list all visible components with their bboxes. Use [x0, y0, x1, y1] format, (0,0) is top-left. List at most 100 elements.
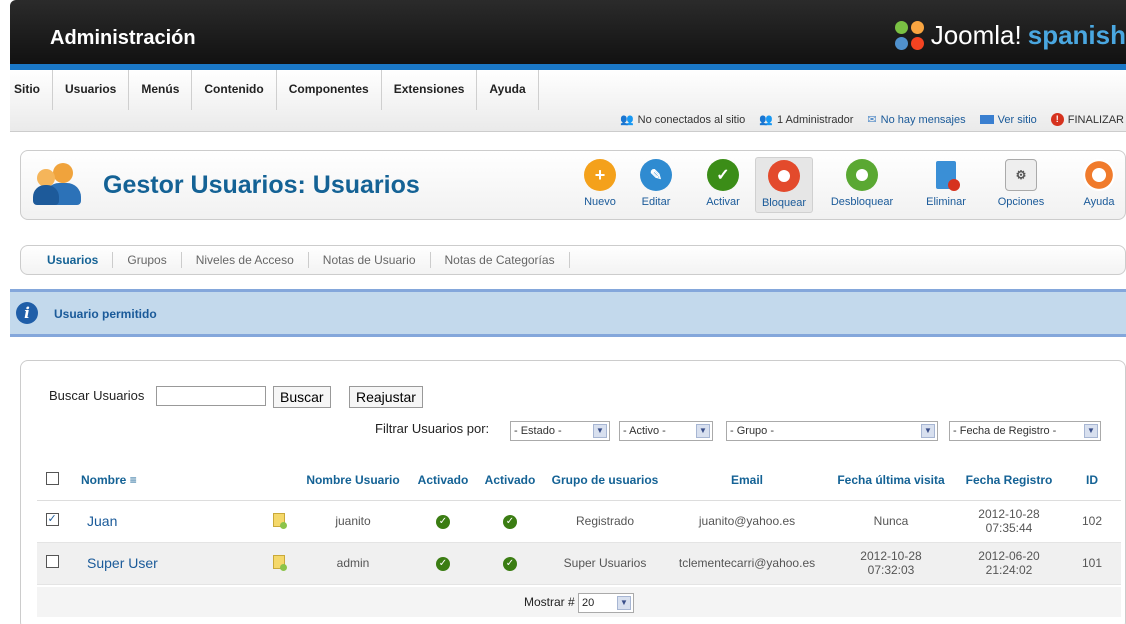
check-icon: ✓	[707, 159, 739, 191]
help-icon	[1083, 159, 1115, 191]
menu-usuarios[interactable]: Usuarios	[53, 70, 130, 110]
menu-menus[interactable]: Menús	[129, 70, 193, 110]
chevron-down-icon: ▼	[921, 424, 935, 438]
pagination-bar: Mostrar # 20 ▼	[37, 587, 1121, 617]
options-button[interactable]: ⚙ Opciones	[991, 157, 1051, 213]
status-offline: 👥 No conectados al sitio	[619, 113, 746, 127]
page-title: Gestor Usuarios: Usuarios	[103, 171, 420, 199]
users-table: Nombre ≡ Nombre Usuario Activado Activad…	[37, 460, 1121, 585]
joomla-logo-icon	[894, 20, 925, 51]
add-note-icon[interactable]	[273, 512, 287, 529]
main-menu: Sitio Usuarios Menús Contenido Component…	[10, 70, 1126, 110]
pencil-icon: ✎	[640, 159, 672, 191]
menu-ayuda[interactable]: Ayuda	[477, 70, 539, 110]
tab-notas-categorias[interactable]: Notas de Categorías	[431, 252, 570, 268]
activated-check-icon[interactable]: ✓	[503, 515, 517, 529]
col-enabled[interactable]: Activado	[409, 460, 477, 501]
status-admins: 👥 1 Administrador	[759, 113, 854, 127]
table-row: Juan juanito ✓ ✓ Registrado juanito@yaho…	[37, 500, 1121, 543]
user-name-link[interactable]: Super User	[87, 555, 158, 571]
user-manager-icon	[33, 163, 81, 207]
new-button[interactable]: + Nuevo	[578, 157, 622, 213]
list-limit-select[interactable]: 20 ▼	[578, 593, 635, 613]
last-visit-cell: 2012-10-28 07:32:03	[827, 542, 955, 585]
row-checkbox[interactable]	[45, 555, 59, 568]
options-icon: ⚙	[1005, 159, 1037, 191]
id-cell: 102	[1063, 500, 1121, 543]
delete-button[interactable]: Eliminar	[921, 157, 971, 213]
col-email[interactable]: Email	[667, 460, 827, 501]
email-cell: juanito@yahoo.es	[667, 500, 827, 543]
status-messages[interactable]: ✉ No hay mensajes	[867, 113, 965, 127]
col-registered[interactable]: Fecha Registro	[955, 460, 1063, 501]
filter-label: Filtrar Usuarios por:	[375, 421, 490, 436]
col-user-group: Grupo de usuarios	[543, 460, 667, 501]
chevron-down-icon: ▼	[696, 424, 710, 438]
table-row: Super User admin ✓ ✓ Super Usuarios tcle…	[37, 542, 1121, 585]
enabled-check-icon[interactable]: ✓	[436, 515, 450, 529]
trash-icon	[930, 159, 962, 191]
row-checkbox[interactable]	[45, 512, 59, 526]
users-list-panel: Buscar Usuarios Buscar Reajustar Filtrar…	[20, 360, 1126, 624]
add-note-icon[interactable]	[273, 554, 287, 571]
status-logout[interactable]: ! FINALIZAR	[1050, 113, 1124, 126]
message-text: Usuario permitido	[54, 307, 157, 321]
admin-title: Administración	[50, 27, 196, 49]
sort-icon: ≡	[129, 472, 137, 487]
search-input[interactable]	[156, 386, 266, 406]
activate-button[interactable]: ✓ Activar	[699, 157, 747, 213]
tab-grupos[interactable]: Grupos	[113, 252, 182, 268]
help-button[interactable]: Ayuda	[1077, 157, 1121, 213]
id-cell: 101	[1063, 542, 1121, 585]
tab-notas-usuario[interactable]: Notas de Usuario	[309, 252, 431, 268]
users-icon: 👥	[619, 114, 634, 126]
mail-icon: ✉	[867, 114, 877, 126]
search-button[interactable]: Buscar	[273, 386, 331, 408]
tab-niveles-acceso[interactable]: Niveles de Acceso	[182, 252, 309, 268]
edit-button[interactable]: ✎ Editar	[634, 157, 678, 213]
admin-users-icon: 👥	[759, 114, 773, 126]
registered-cell: 2012-10-28 07:35:44	[955, 500, 1063, 543]
block-icon	[768, 160, 800, 192]
search-label: Buscar Usuarios	[49, 388, 145, 403]
plus-icon: +	[584, 159, 616, 191]
select-all-checkbox[interactable]	[45, 471, 59, 485]
last-visit-cell: Nunca	[827, 500, 955, 543]
group-cell: Registrado	[543, 500, 667, 543]
email-cell: tclementecarri@yahoo.es	[667, 542, 827, 585]
menu-contenido[interactable]: Contenido	[192, 70, 277, 110]
date-filter-select[interactable]: - Fecha de Registro - ▼	[949, 421, 1101, 441]
active-filter-select[interactable]: - Activo - ▼	[619, 421, 713, 441]
tab-usuarios[interactable]: Usuarios	[21, 252, 114, 268]
menu-extensiones[interactable]: Extensiones	[382, 70, 478, 110]
unblock-icon	[846, 159, 878, 191]
user-name-link[interactable]: Juan	[87, 513, 117, 529]
menu-componentes[interactable]: Componentes	[277, 70, 382, 110]
unblock-button[interactable]: Desbloquear	[821, 157, 903, 213]
logo-accent-text: spanish	[1027, 20, 1126, 50]
monitor-icon	[979, 115, 994, 124]
chevron-down-icon: ▼	[593, 424, 607, 438]
col-notes	[261, 460, 297, 501]
username-cell: juanito	[297, 500, 409, 543]
group-cell: Super Usuarios	[543, 542, 667, 585]
col-id[interactable]: ID	[1063, 460, 1121, 501]
col-last-visit[interactable]: Fecha última visita	[827, 460, 955, 501]
group-filter-select[interactable]: - Grupo - ▼	[726, 421, 938, 441]
chevron-down-icon: ▼	[617, 596, 632, 610]
block-button[interactable]: Bloquear	[755, 157, 813, 213]
toolbar-panel: Gestor Usuarios: Usuarios + Nuevo ✎ Edit…	[20, 150, 1126, 220]
state-filter-select[interactable]: - Estado - ▼	[510, 421, 610, 441]
joomla-logo[interactable]: Joomla! spanish	[894, 20, 1126, 51]
col-name[interactable]: Nombre ≡	[67, 460, 261, 501]
username-cell: admin	[297, 542, 409, 585]
activated-check-icon[interactable]: ✓	[503, 557, 517, 571]
admin-header: Administración Joomla! spanish	[10, 0, 1126, 64]
menu-sitio[interactable]: Sitio	[10, 70, 53, 110]
status-view-site[interactable]: Ver sitio	[979, 113, 1037, 126]
chevron-down-icon: ▼	[1084, 424, 1098, 438]
enabled-check-icon[interactable]: ✓	[436, 557, 450, 571]
reset-button[interactable]: Reajustar	[349, 386, 423, 408]
col-activated[interactable]: Activado	[477, 460, 543, 501]
col-username[interactable]: Nombre Usuario	[297, 460, 409, 501]
